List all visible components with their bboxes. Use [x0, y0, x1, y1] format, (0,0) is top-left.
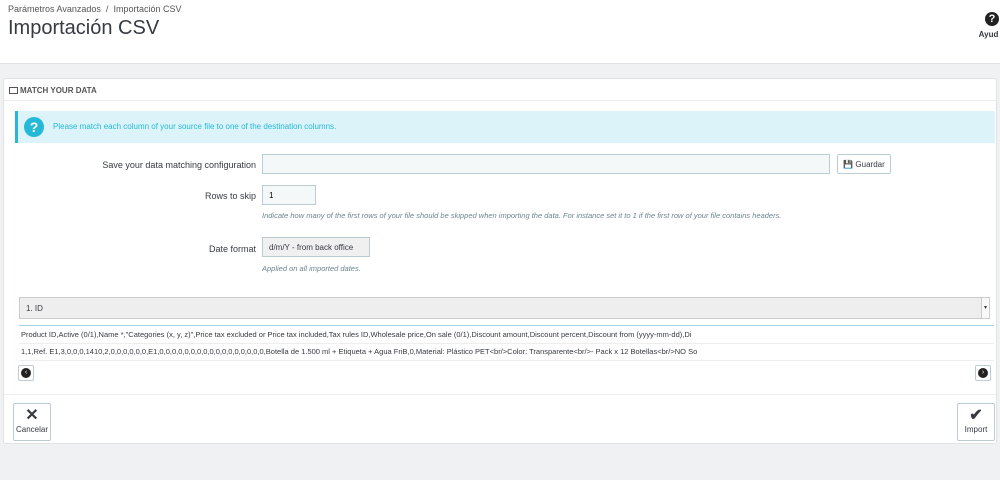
help-icon: ?	[985, 12, 999, 26]
divider	[4, 394, 996, 395]
help-label: Ayud	[978, 30, 999, 39]
save-config-label: Save your data matching configuration	[102, 160, 256, 170]
chevron-left-icon: ‹	[21, 368, 31, 378]
import-button[interactable]: ✔ Import	[957, 403, 995, 441]
next-column-button[interactable]: ›	[975, 365, 991, 381]
info-alert: ? Please match each column of your sourc…	[15, 111, 995, 143]
panel-heading-text: MATCH YOUR DATA	[20, 86, 97, 95]
breadcrumb-separator: /	[105, 4, 109, 14]
table-row: Product ID,Active (0/1),Name *,"Categori…	[19, 325, 994, 344]
breadcrumb-item[interactable]: Parámetros Avanzados	[8, 4, 101, 14]
column-select-value: 1. ID	[26, 304, 43, 313]
save-icon: 💾	[843, 160, 854, 169]
question-icon: ?	[24, 117, 44, 137]
list-icon	[9, 87, 18, 94]
previous-column-button[interactable]: ‹	[18, 365, 34, 381]
help-button[interactable]: ? Ayud	[978, 12, 999, 39]
cancel-label: Cancelar	[15, 425, 48, 434]
save-button[interactable]: 💾 Guardar	[837, 154, 891, 174]
alert-text: Please match each column of your source …	[53, 122, 337, 131]
date-format-label: Date format	[208, 244, 256, 254]
check-icon: ✔	[969, 407, 983, 424]
table-row: 1,1,Ref. E1,3,0,0,0,1410,2,0,0,0,0,0,0,E…	[19, 343, 994, 361]
page-title: Importación CSV	[8, 17, 160, 39]
page-header: Parámetros Avanzados / Importación CSV I…	[0, 0, 1000, 64]
match-data-panel: MATCH YOUR DATA ? Please match each colu…	[3, 78, 997, 444]
column-select[interactable]: 1. ID ▾	[19, 297, 990, 319]
chevron-down-icon: ▾	[981, 298, 989, 318]
breadcrumb: Parámetros Avanzados / Importación CSV	[8, 4, 181, 14]
close-icon: ✕	[25, 407, 39, 424]
breadcrumb-item[interactable]: Importación CSV	[113, 4, 181, 14]
panel-heading: MATCH YOUR DATA	[4, 79, 996, 101]
save-button-label: Guardar	[855, 160, 885, 169]
cancel-button[interactable]: ✕ Cancelar	[13, 403, 51, 441]
rows-to-skip-hint: Indicate how many of the first rows of y…	[262, 211, 782, 220]
date-format-hint: Applied on all imported dates.	[262, 264, 361, 273]
date-format-value: d/m/Y - from back office	[269, 243, 354, 252]
rows-to-skip-label: Rows to skip	[204, 191, 256, 201]
rows-to-skip-input[interactable]	[262, 185, 316, 205]
import-label: Import	[964, 425, 988, 434]
chevron-right-icon: ›	[978, 368, 988, 378]
save-config-input[interactable]	[262, 154, 830, 174]
date-format-select[interactable]: d/m/Y - from back office	[262, 237, 370, 257]
